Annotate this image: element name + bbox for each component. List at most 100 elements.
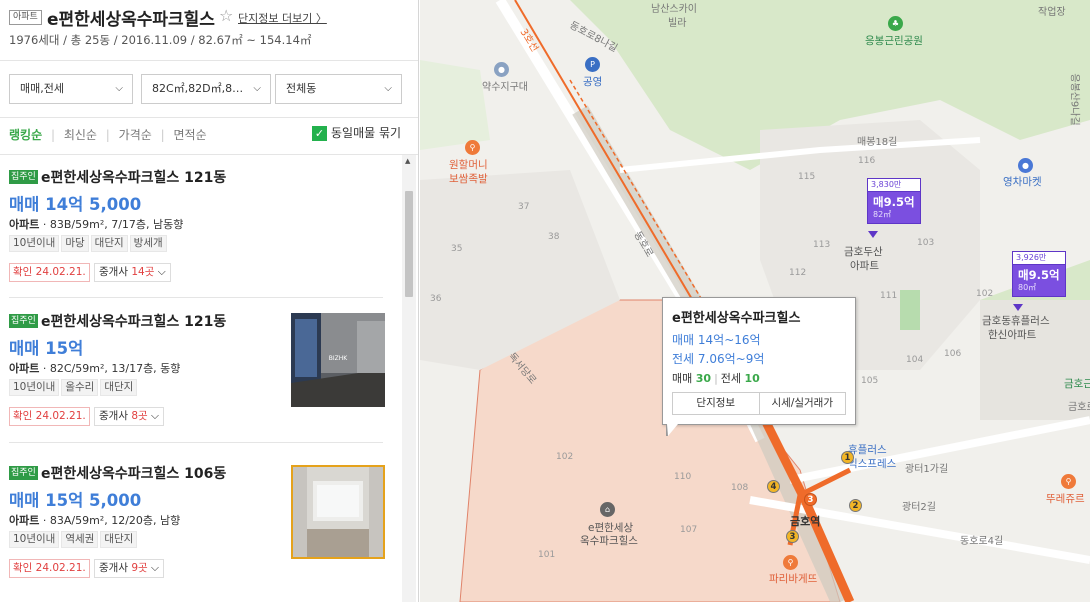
price-pin[interactable]: 3,926만 매9.5억 80㎡ <box>1012 251 1066 297</box>
listing-type: 아파트 <box>9 218 40 231</box>
map-label: 금호두산 <box>844 246 883 258</box>
sale-count-label: 매매 <box>672 372 693 385</box>
map-label: 휴플러스 <box>848 444 887 456</box>
separator: | <box>714 372 718 385</box>
listing-item[interactable]: 집주인 e편한세상옥수파크힐스 121동 매매 15억 아파트 · 82C/59… <box>9 313 385 426</box>
block-number: 103 <box>917 238 935 248</box>
favorite-star-icon[interactable]: ☆ <box>219 6 233 25</box>
agent-count-button[interactable]: 중개사 14곳 ⌵ <box>94 263 171 282</box>
block-number: 36 <box>430 294 442 304</box>
scrollbar-thumb[interactable] <box>405 191 413 297</box>
exit-badge: 3 <box>786 530 799 543</box>
pin-price-per-area: 3,830만 <box>868 179 920 192</box>
pin-price-per-area: 3,926만 <box>1013 252 1065 265</box>
map-label: 약수지구대 <box>482 82 528 93</box>
trade-type-value: 매매,전세 <box>20 82 64 95</box>
map-label: 옥수파크힐스 <box>580 535 638 547</box>
listing-item[interactable]: 집주인 e편한세상옥수파크힐스 121동 매매 14억 5,000 아파트 · … <box>9 169 383 282</box>
complex-info-button[interactable]: 단지정보 <box>673 393 759 414</box>
list-scrollbar[interactable]: ▲ <box>402 155 416 602</box>
popup-buttons: 단지정보 시세/실거래가 <box>672 392 846 415</box>
popup-counts: 매매 30 | 전세 10 <box>672 370 760 386</box>
complex-popup[interactable]: e편한세상옥수파크힐스 매매 14억~16억 전세 7.06억~9억 매매 30… <box>662 297 856 425</box>
exit-badge: 1 <box>841 451 854 464</box>
map-label: 파리바게뜨 <box>769 573 818 585</box>
pin-tail <box>868 231 878 238</box>
trade-type-select[interactable]: 매매,전세 ⌵ <box>9 74 133 104</box>
listing-type: 아파트 <box>9 362 40 375</box>
bakery-icon: ⚲ <box>783 555 798 570</box>
price-history-button[interactable]: 시세/실거래가 <box>758 393 846 414</box>
separator: | <box>105 128 110 142</box>
block-number: 38 <box>548 232 560 242</box>
same-listing-toggle[interactable]: ✓ 동일매물 묶기 <box>312 124 401 141</box>
divider <box>9 297 383 298</box>
listing-name: e편한세상옥수파크힐스 121동 <box>41 170 227 186</box>
listing-photo[interactable] <box>291 465 385 559</box>
block-number: 110 <box>674 472 692 482</box>
agent-count: 8곳 <box>131 410 148 422</box>
more-info-link[interactable]: 단지정보 더보기 〉 <box>238 10 327 26</box>
sort-latest[interactable]: 최신순 <box>64 128 97 142</box>
complex-summary: 1976세대 / 총 25동 / 2016.11.09 / 82.67㎡ ~ 1… <box>9 33 312 47</box>
chevron-down-icon: ⌵ <box>154 266 166 278</box>
agent-count: 9곳 <box>131 562 148 574</box>
park-icon: ♣ <box>888 16 903 31</box>
complex-title: e편한세상옥수파크힐스 <box>47 10 215 30</box>
area-value: 82C㎡,82D㎡,8… <box>152 82 244 95</box>
map-label: 영차마켓 <box>1003 176 1042 188</box>
road-label: 광터1가길 <box>905 464 949 475</box>
feature-tag: 방세개 <box>129 235 167 252</box>
block-number: 116 <box>858 156 876 166</box>
agent-count-button[interactable]: 중개사 8곳 ⌵ <box>94 407 164 426</box>
sale-count: 30 <box>695 372 712 385</box>
subway-line-icon: 3 <box>804 493 817 506</box>
agent-count-button[interactable]: 중개사 9곳 ⌵ <box>94 559 164 578</box>
checkbox-checked-icon[interactable]: ✓ <box>312 126 327 141</box>
feature-tags: 10년이내 역세권 대단지 <box>9 531 139 548</box>
area-select[interactable]: 82C㎡,82D㎡,8… ⌵ <box>141 74 271 104</box>
station-label: 금호역 <box>790 515 821 528</box>
divider <box>0 117 418 118</box>
building-select[interactable]: 전체동 ⌵ <box>275 74 402 104</box>
map-label: 작업장 <box>1038 7 1066 18</box>
lease-count-label: 전세 <box>720 372 742 385</box>
popup-lease-range: 전세 7.06억~9억 <box>672 352 765 366</box>
exit-badge: 2 <box>849 499 862 512</box>
sort-area[interactable]: 면적순 <box>173 128 206 142</box>
block-number: 102 <box>976 289 994 299</box>
listing-type: 아파트 <box>9 514 40 527</box>
listing-photo[interactable]: BIZHK <box>291 313 385 407</box>
price-pin[interactable]: 3,830만 매9.5억 82㎡ <box>867 178 921 224</box>
map-label: 뚜레쥬르 <box>1046 493 1085 505</box>
chevron-down-icon: ⌵ <box>384 83 392 94</box>
block-number: 107 <box>680 525 698 535</box>
sort-ranking[interactable]: 랭킹순 <box>9 128 42 142</box>
owner-tag: 집주인 <box>9 465 38 480</box>
sort-price[interactable]: 가격순 <box>119 128 152 142</box>
block-number: 115 <box>798 172 816 182</box>
listing-name: e편한세상옥수파크힐스 106동 <box>41 466 227 482</box>
room-photo-image <box>293 467 383 557</box>
block-number: 102 <box>556 452 574 462</box>
exit-badge: 4 <box>767 480 780 493</box>
map-view[interactable]: 남산스카이 빌라 작업장 ♣ 응봉근린공원 ● 약수지구대 P 공영 ⚲ 원할머… <box>420 0 1090 602</box>
block-number: 35 <box>451 244 463 254</box>
feature-tag: 대단지 <box>90 235 128 252</box>
block-number: 101 <box>538 550 556 560</box>
room-photo-image: BIZHK <box>291 313 385 407</box>
listing-item[interactable]: 집주인 e편한세상옥수파크힐스 106동 매매 15억 5,000 아파트 · … <box>9 465 385 578</box>
sort-tabs: 랭킹순 | 최신순 | 가격순 | 면적순 <box>9 126 212 143</box>
listing-name: e편한세상옥수파크힐스 121동 <box>41 314 227 330</box>
listing-detail: · 83A/59m², 12/20층, 남향 <box>39 514 181 527</box>
popup-tail <box>667 424 678 436</box>
feature-tag: 역세권 <box>61 531 99 548</box>
map-label: 응봉근린공원 <box>865 35 923 47</box>
parking-icon: P <box>585 57 600 72</box>
owner-tag: 집주인 <box>9 169 38 184</box>
map-label: 한신아파트 <box>988 329 1037 341</box>
confirm-date: 확인 24.02.21. <box>9 407 90 426</box>
block-number: 113 <box>813 240 831 250</box>
scroll-up-icon[interactable]: ▲ <box>405 157 410 165</box>
road-label: 응봉산9나길 <box>1068 73 1080 126</box>
